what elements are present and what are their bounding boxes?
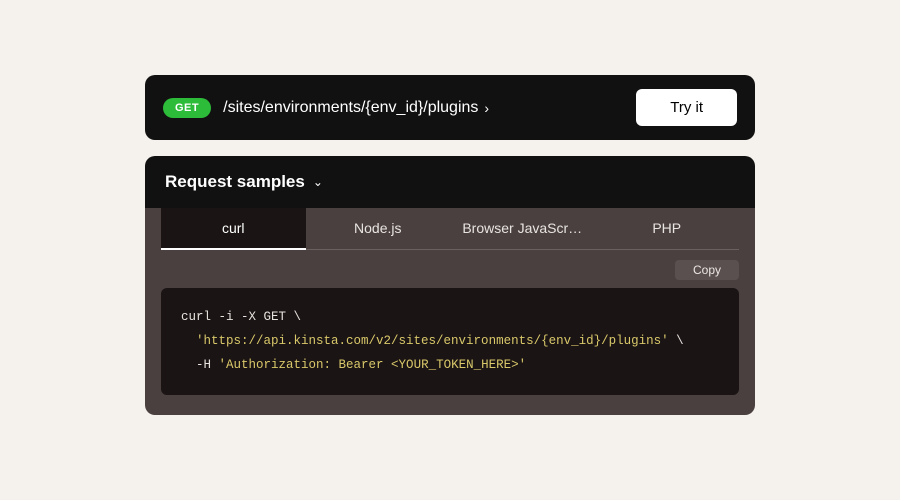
copy-row: Copy bbox=[161, 250, 739, 288]
endpoint-path[interactable]: /sites/environments/{env_id}/plugins › bbox=[223, 99, 624, 117]
tab-browser-js[interactable]: Browser JavaScr… bbox=[450, 208, 595, 249]
copy-button[interactable]: Copy bbox=[675, 260, 739, 280]
code-line-3-header: 'Authorization: Bearer <YOUR_TOKEN_HERE>… bbox=[219, 358, 527, 372]
request-samples-title: Request samples bbox=[165, 172, 305, 192]
tab-nodejs[interactable]: Node.js bbox=[306, 208, 451, 249]
code-line-2-url: 'https://api.kinsta.com/v2/sites/environ… bbox=[196, 334, 669, 348]
tab-php[interactable]: PHP bbox=[595, 208, 740, 249]
request-samples-panel: Request samples ⌄ curl Node.js Browser J… bbox=[145, 156, 755, 415]
code-line-1: curl -i -X GET \ bbox=[181, 310, 301, 324]
code-sample: curl -i -X GET \ 'https://api.kinsta.com… bbox=[161, 288, 739, 395]
chevron-down-icon: ⌄ bbox=[313, 175, 323, 189]
try-it-button[interactable]: Try it bbox=[636, 89, 737, 126]
code-line-3-flag: -H bbox=[196, 358, 219, 372]
code-line-2-trail: \ bbox=[669, 334, 684, 348]
endpoint-path-text: /sites/environments/{env_id}/plugins bbox=[223, 99, 478, 117]
chevron-right-icon: › bbox=[484, 100, 489, 116]
language-tabs: curl Node.js Browser JavaScr… PHP bbox=[161, 208, 739, 250]
request-samples-header[interactable]: Request samples ⌄ bbox=[145, 156, 755, 208]
endpoint-bar: GET /sites/environments/{env_id}/plugins… bbox=[145, 75, 755, 140]
http-method-badge: GET bbox=[163, 98, 211, 118]
tab-curl[interactable]: curl bbox=[161, 208, 306, 250]
request-samples-body: curl Node.js Browser JavaScr… PHP Copy c… bbox=[145, 208, 755, 415]
